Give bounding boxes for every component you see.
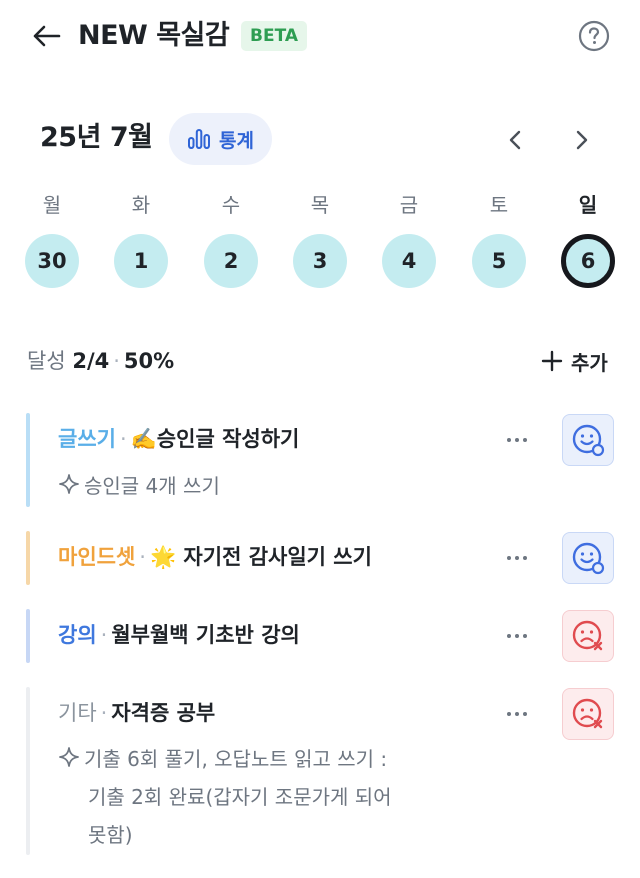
day-circle[interactable]: 4 xyxy=(382,234,436,288)
bar-chart-icon xyxy=(188,129,210,149)
sad-face-icon xyxy=(572,620,603,651)
day-circle[interactable]: 5 xyxy=(472,234,526,288)
add-label: 추가 xyxy=(571,350,608,375)
goal-category: 글쓰기 xyxy=(58,427,116,451)
day-circle[interactable]: 30 xyxy=(25,234,79,288)
achievement-label: 달성 xyxy=(27,349,66,373)
category-bar xyxy=(26,531,30,585)
page-title: NEW 목실감 xyxy=(78,20,230,51)
day-fri: 금 4 xyxy=(379,190,439,288)
day-sat: 토 5 xyxy=(469,190,529,288)
back-button[interactable] xyxy=(26,18,66,54)
day-circle[interactable]: 3 xyxy=(293,234,347,288)
question-circle-icon xyxy=(578,20,610,52)
add-goal-button[interactable]: 추가 xyxy=(541,346,608,376)
category-bar xyxy=(26,413,30,507)
help-button[interactable] xyxy=(577,19,611,53)
week-strip: 월 30 화 1 수 2 목 3 금 4 토 5 일 6 xyxy=(0,190,640,300)
app-header: NEW 목실감 BETA xyxy=(0,0,640,72)
day-name: 수 xyxy=(221,193,241,217)
stats-label: 통계 xyxy=(219,129,254,152)
chevron-left-icon xyxy=(509,130,521,150)
goal-item[interactable]: 마인드셋 · 🌟 자기전 감사일기 쓰기 xyxy=(26,531,626,586)
day-sun: 일 6 xyxy=(558,190,618,288)
day-thu: 목 3 xyxy=(290,190,350,288)
day-name: 목 xyxy=(310,193,330,217)
goal-heading: 기타 · 자격증 공부 xyxy=(58,701,216,725)
achievement-percent: 50% xyxy=(123,349,175,373)
goal-subtask-text: 승인글 4개 쓰기 xyxy=(84,474,220,498)
smile-face-icon xyxy=(572,424,605,457)
goal-subtask-line: 기출 2회 완료(갑자기 조문가게 되어 xyxy=(88,785,392,809)
day-circle[interactable]: 1 xyxy=(114,234,168,288)
goal-item[interactable]: 글쓰기 · ✍️승인글 작성하기 승인글 4개 쓰기 xyxy=(26,413,626,509)
prev-week-button[interactable] xyxy=(500,122,530,158)
chevron-right-icon xyxy=(576,130,588,150)
category-bar xyxy=(26,609,30,663)
day-name: 금 xyxy=(399,193,419,217)
goal-title: 🌟 자기전 감사일기 쓰기 xyxy=(149,545,372,569)
goal-item[interactable]: 강의 · 월부월백 기초반 강의 xyxy=(26,609,626,664)
mood-button[interactable] xyxy=(562,532,614,584)
day-name: 일 xyxy=(578,193,598,217)
arrow-left-icon xyxy=(33,25,61,47)
goal-subtask-line: 기출 6회 풀기, 오답노트 읽고 쓰기 : xyxy=(84,747,388,771)
goal-subtask-line: 못함) xyxy=(88,823,133,847)
category-bar xyxy=(26,687,30,855)
more-button[interactable] xyxy=(500,543,534,573)
day-name: 토 xyxy=(489,193,509,217)
sad-face-icon xyxy=(572,698,603,729)
goal-title: ✍️승인글 작성하기 xyxy=(130,427,300,451)
goal-category: 기타 xyxy=(58,701,97,725)
stats-button[interactable]: 통계 xyxy=(169,113,272,165)
day-mon: 월 30 xyxy=(22,190,82,288)
goal-subtask: 승인글 4개 쓰기 xyxy=(58,468,220,506)
goal-subtask: 기출 6회 풀기, 오답노트 읽고 쓰기 : xyxy=(58,741,387,779)
goal-heading: 글쓰기 · ✍️승인글 작성하기 xyxy=(58,427,300,451)
sparkle-icon xyxy=(58,470,84,506)
day-circle[interactable]: 2 xyxy=(204,234,258,288)
more-button[interactable] xyxy=(500,621,534,651)
day-tue: 화 1 xyxy=(111,190,171,288)
beta-badge: BETA xyxy=(241,21,308,51)
more-button[interactable] xyxy=(500,699,534,729)
achievement-summary: 달성 2/4 · 50% xyxy=(27,349,175,373)
month-label: 25년 7월 xyxy=(40,122,153,153)
sparkle-icon xyxy=(58,743,84,779)
day-name: 월 xyxy=(42,193,62,217)
day-circle-selected[interactable]: 6 xyxy=(561,234,615,288)
goal-item[interactable]: 기타 · 자격증 공부 기출 6회 풀기, 오답노트 읽고 쓰기 : 기출 2회 완… xyxy=(26,687,626,857)
more-button[interactable] xyxy=(500,425,534,455)
next-week-button[interactable] xyxy=(567,122,597,158)
plus-icon xyxy=(541,350,563,372)
day-name: 화 xyxy=(131,193,151,217)
day-wed: 수 2 xyxy=(201,190,261,288)
goal-category: 강의 xyxy=(58,623,97,647)
goal-heading: 마인드셋 · 🌟 자기전 감사일기 쓰기 xyxy=(58,545,372,569)
goal-heading: 강의 · 월부월백 기초반 강의 xyxy=(58,623,300,647)
smile-face-icon xyxy=(572,542,605,575)
mood-button[interactable] xyxy=(562,414,614,466)
achievement-count: 2/4 xyxy=(72,349,110,373)
goal-category: 마인드셋 xyxy=(58,545,136,569)
mood-button[interactable] xyxy=(562,688,614,740)
goal-title: 자격증 공부 xyxy=(111,701,216,725)
goal-title: 월부월백 기초반 강의 xyxy=(111,623,300,647)
mood-button[interactable] xyxy=(562,610,614,662)
